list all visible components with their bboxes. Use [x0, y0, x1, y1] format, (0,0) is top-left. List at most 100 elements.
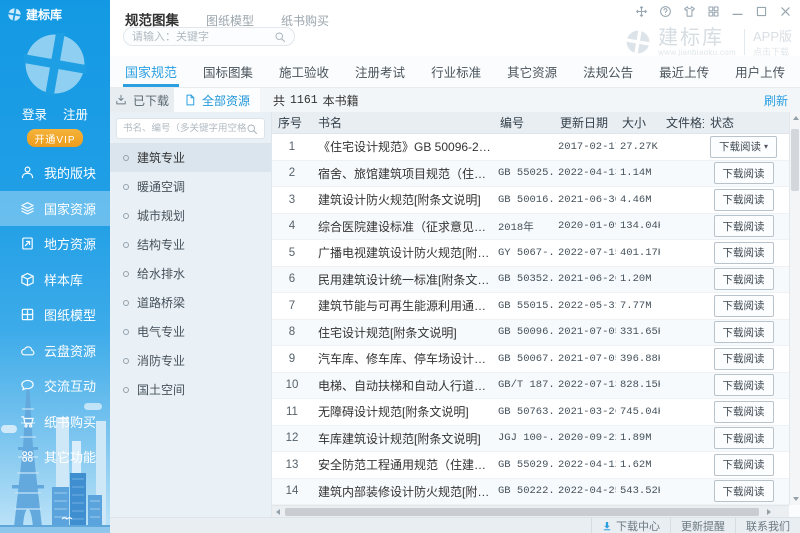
- resource-subtab[interactable]: 已下载: [110, 88, 174, 112]
- cell-book-name[interactable]: 综合医院建设标准（征求意见稿）: [312, 218, 494, 235]
- download-read-button[interactable]: 下载阅读: [713, 400, 774, 423]
- resource-subtab[interactable]: 全部资源: [174, 88, 260, 112]
- global-search-box[interactable]: [123, 27, 295, 46]
- table-row[interactable]: 1 《住宅设计规范》GB 50096-2011局部修订条文及说... 2017-…: [272, 134, 789, 161]
- cell-book-name[interactable]: 广播电视建筑设计防火规范[附条文说明]: [312, 244, 494, 261]
- table-row[interactable]: 11 无障碍设计规范[附条文说明] GB 50763... 2021-03-26…: [272, 399, 789, 426]
- status-bar-link[interactable]: 更新提醒: [670, 518, 735, 533]
- table-row[interactable]: 12 车库建筑设计规范[附条文说明] JGJ 100-... 2020-09-2…: [272, 425, 789, 452]
- table-row[interactable]: 5 广播电视建筑设计防火规范[附条文说明] GY 5067-... 2022-0…: [272, 240, 789, 267]
- sidebar-item[interactable]: 我的版块: [0, 155, 110, 191]
- cell-book-name[interactable]: 无障碍设计规范[附条文说明]: [312, 403, 494, 420]
- close-icon[interactable]: [779, 5, 792, 18]
- download-read-button[interactable]: 下载阅读: [713, 453, 774, 476]
- specialty-category-item[interactable]: 暖通空调: [110, 172, 271, 201]
- cell-book-name[interactable]: 建筑设计防火规范[附条文说明]: [312, 191, 494, 208]
- table-row[interactable]: 10 电梯、自动扶梯和自动人行道维修规范 GB/T 187... 2022-07…: [272, 372, 789, 399]
- maximize-icon[interactable]: [755, 5, 768, 18]
- status-bar-link[interactable]: 联系我们: [735, 518, 800, 533]
- download-read-button[interactable]: 下载阅读: [713, 268, 774, 291]
- download-read-button[interactable]: 下载阅读: [713, 374, 774, 397]
- module-tab[interactable]: 规范图集: [125, 9, 179, 29]
- scroll-right-arrow[interactable]: [763, 506, 775, 517]
- download-read-button[interactable]: 下载阅读: [713, 294, 774, 317]
- table-row[interactable]: 2 宿舍、旅馆建筑项目规范（住建部公开版） GB 55025... 2022-0…: [272, 160, 789, 187]
- download-read-button[interactable]: 下载阅读: [713, 241, 774, 264]
- cell-book-name[interactable]: 安全防范工程通用规范（住建部公开版）: [312, 456, 494, 473]
- sidebar-item[interactable]: 纸书购买: [0, 404, 110, 440]
- download-read-button[interactable]: 下载阅读: [713, 188, 774, 211]
- download-read-button[interactable]: 下载阅读: [713, 321, 774, 344]
- status-bar-link[interactable]: 下载中心: [591, 518, 670, 533]
- cell-book-name[interactable]: 汽车库、修车库、停车场设计防火规范[附条文说明]: [312, 350, 494, 367]
- cell-book-name[interactable]: 建筑节能与可再生能源利用通用规范[附条文说明]: [312, 297, 494, 314]
- download-read-button[interactable]: 下载阅读: [713, 347, 774, 370]
- category-tab[interactable]: 用户上传: [735, 56, 785, 87]
- filter-search-box[interactable]: [116, 118, 265, 139]
- cell-book-name[interactable]: 住宅设计规范[附条文说明]: [312, 324, 494, 341]
- filter-search-input[interactable]: [123, 123, 246, 134]
- cell-book-name[interactable]: 电梯、自动扶梯和自动人行道维修规范: [312, 377, 494, 394]
- specialty-category-item[interactable]: 建筑专业: [110, 143, 271, 172]
- scroll-up-arrow[interactable]: [790, 112, 800, 124]
- table-row[interactable]: 4 综合医院建设标准（征求意见稿） 2018年 2020-01-09 134.0…: [272, 213, 789, 240]
- sidebar-item[interactable]: 图纸模型: [0, 297, 110, 333]
- sidebar-item[interactable]: 样本库: [0, 262, 110, 298]
- refresh-link[interactable]: 刷新: [764, 92, 788, 109]
- download-read-button[interactable]: 下载阅读: [713, 215, 774, 238]
- open-vip-button[interactable]: 开通VIP: [27, 129, 83, 147]
- global-search-input[interactable]: [132, 30, 274, 43]
- cell-book-name[interactable]: 民用建筑设计统一标准[附条文说明]: [312, 271, 494, 288]
- category-tab[interactable]: 最近上传: [659, 56, 709, 87]
- table-row[interactable]: 7 建筑节能与可再生能源利用通用规范[附条文说明] GB 55015... 20…: [272, 293, 789, 320]
- specialty-category-item[interactable]: 电气专业: [110, 317, 271, 346]
- sidebar-item[interactable]: 国家资源: [0, 190, 110, 226]
- skin-icon[interactable]: [683, 5, 696, 18]
- category-tab[interactable]: 法规公告: [583, 56, 633, 87]
- specialty-category-item[interactable]: 道路桥梁: [110, 288, 271, 317]
- specialty-category-item[interactable]: 结构专业: [110, 230, 271, 259]
- vertical-scroll-thumb[interactable]: [791, 129, 799, 191]
- register-link[interactable]: 注册: [63, 104, 88, 123]
- sidebar-item[interactable]: 地方资源: [0, 226, 110, 262]
- search-icon[interactable]: [246, 123, 258, 135]
- download-read-button[interactable]: 下载阅读: [713, 427, 774, 450]
- download-read-button[interactable]: 下载阅读: [713, 480, 774, 503]
- table-row[interactable]: 9 汽车库、修车库、停车场设计防火规范[附条文说明] GB 50067... 2…: [272, 346, 789, 373]
- specialty-category-item[interactable]: 消防专业: [110, 346, 271, 375]
- table-row[interactable]: 6 民用建筑设计统一标准[附条文说明] GB 50352... 2021-06-…: [272, 266, 789, 293]
- help-icon[interactable]: [659, 5, 672, 18]
- cell-book-name[interactable]: 建筑内部装修设计防火规范[附条文说明]: [312, 483, 494, 500]
- sidebar-item[interactable]: 其它功能: [0, 439, 110, 475]
- sidebar-item[interactable]: 云盘资源: [0, 333, 110, 369]
- move-tool-icon[interactable]: [635, 5, 648, 18]
- table-row[interactable]: 3 建筑设计防火规范[附条文说明] GB 50016... 2021-06-30…: [272, 187, 789, 214]
- scroll-down-arrow[interactable]: [790, 493, 800, 505]
- table-row[interactable]: 14 建筑内部装修设计防火规范[附条文说明] GB 50222... 2022-…: [272, 478, 789, 505]
- vertical-scrollbar[interactable]: [789, 112, 800, 505]
- category-tab[interactable]: 施工验收: [279, 56, 329, 87]
- specialty-category-item[interactable]: 国土空间: [110, 375, 271, 404]
- cell-book-name[interactable]: 宿舍、旅馆建筑项目规范（住建部公开版）: [312, 165, 494, 182]
- category-tab[interactable]: 行业标准: [431, 56, 481, 87]
- specialty-category-item[interactable]: 给水排水: [110, 259, 271, 288]
- apps-grid-icon[interactable]: [707, 5, 720, 18]
- search-icon[interactable]: [274, 31, 286, 43]
- sidebar-item[interactable]: 交流互动: [0, 368, 110, 404]
- table-row[interactable]: 13 安全防范工程通用规范（住建部公开版） GB 55029... 2022-0…: [272, 452, 789, 479]
- category-tab[interactable]: 国家规范: [122, 56, 180, 87]
- login-link[interactable]: 登录: [22, 104, 47, 123]
- download-read-button[interactable]: 下载阅读: [713, 162, 774, 185]
- download-read-button[interactable]: 下载阅读 ▾: [709, 135, 777, 158]
- scroll-left-arrow[interactable]: [272, 506, 284, 517]
- table-row[interactable]: 8 住宅设计规范[附条文说明] GB 50096... 2021-07-05 3…: [272, 319, 789, 346]
- horizontal-scrollbar[interactable]: [272, 505, 789, 517]
- cell-book-name[interactable]: 《住宅设计规范》GB 50096-2011局部修订条文及说...: [312, 138, 494, 155]
- cell-book-name[interactable]: 车库建筑设计规范[附条文说明]: [312, 430, 494, 447]
- category-tab[interactable]: 其它资源: [507, 56, 557, 87]
- minimize-icon[interactable]: [731, 5, 744, 18]
- category-tab[interactable]: 注册考试: [355, 56, 405, 87]
- specialty-category-item[interactable]: 城市规划: [110, 201, 271, 230]
- category-tab[interactable]: 国标图集: [203, 56, 253, 87]
- horizontal-scroll-thumb[interactable]: [285, 507, 759, 516]
